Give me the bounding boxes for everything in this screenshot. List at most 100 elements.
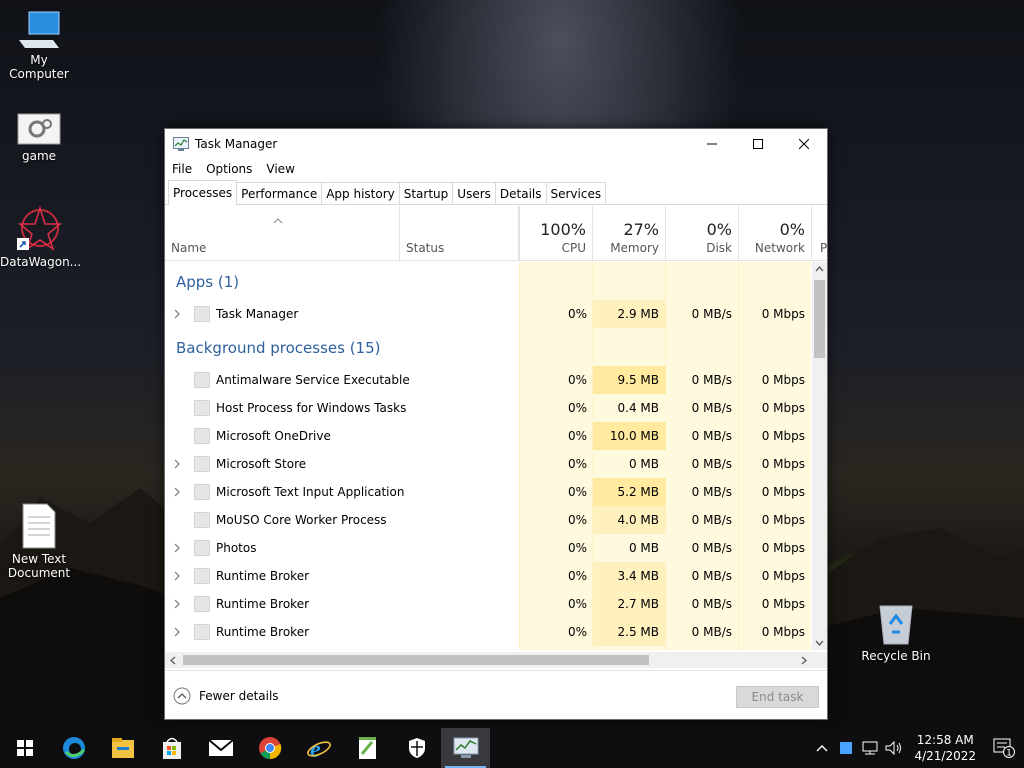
process-memory: 5.2 MB: [617, 485, 659, 499]
close-button[interactable]: [781, 129, 827, 159]
expand-chevron-icon[interactable]: [173, 308, 181, 320]
desktop-icon-label: My Computer: [9, 53, 69, 81]
process-row[interactable]: Runtime Broker 0% 3.4 MB 0 MB/s 0 Mbps: [165, 562, 811, 590]
tab-performance[interactable]: Performance: [236, 182, 323, 204]
group-header[interactable]: Apps (1): [176, 273, 239, 291]
clock[interactable]: 12:58 AM 4/21/2022: [906, 732, 984, 764]
expand-chevron-icon[interactable]: [173, 542, 181, 554]
chrome-icon: [258, 737, 281, 760]
process-row[interactable]: Runtime Broker 0% 2.7 MB 0 MB/s 0 Mbps: [165, 590, 811, 618]
tab-processes[interactable]: Processes: [168, 180, 238, 205]
process-row[interactable]: Microsoft Text Input Application 0% 5.2 MB…: [165, 478, 811, 506]
notification-center-button[interactable]: 1: [984, 728, 1024, 768]
taskbar-task-manager[interactable]: [441, 728, 490, 768]
process-row[interactable]: Runtime Broker 0% 2.5 MB 0 MB/s 0 Mbps: [165, 618, 811, 646]
group-header[interactable]: Background processes (15): [176, 339, 381, 357]
process-row[interactable]: Photos 0% 0 MB 0 MB/s 0 Mbps: [165, 534, 811, 562]
menu-bar: File Options View: [165, 159, 827, 179]
process-row[interactable]: MoUSO Core Worker Process 0% 4.0 MB 0 MB/s 0…: [165, 506, 811, 534]
column-header-network[interactable]: 0% Network: [739, 206, 812, 261]
title-bar[interactable]: Task Manager: [165, 129, 827, 159]
expand-chevron-icon[interactable]: [173, 486, 181, 498]
tab-app-history[interactable]: App history: [321, 182, 400, 204]
column-header-memory[interactable]: 27% Memory: [593, 206, 666, 261]
scroll-left-icon[interactable]: [170, 656, 176, 665]
settings-file-icon: [17, 113, 61, 145]
horizontal-scrollbar[interactable]: [165, 652, 827, 668]
security-shield-icon: [408, 738, 425, 758]
taskbar-security[interactable]: [392, 728, 441, 768]
taskbar-mail[interactable]: [196, 728, 245, 768]
column-header-name[interactable]: Name: [165, 206, 400, 261]
taskbar-file-explorer[interactable]: [98, 728, 147, 768]
column-status-label: Status: [406, 241, 445, 255]
process-cpu: 0%: [567, 625, 587, 639]
taskbar-edge[interactable]: [49, 728, 98, 768]
process-memory: 10.0 MB: [609, 429, 659, 443]
vertical-scrollbar[interactable]: [812, 262, 827, 650]
end-task-button[interactable]: End task: [736, 686, 819, 708]
minimize-button[interactable]: [689, 129, 735, 159]
process-cpu: 0%: [567, 429, 587, 443]
horizontal-scroll-thumb[interactable]: [183, 655, 649, 665]
desktop-icon-datawagon[interactable]: DataWagon...: [0, 206, 81, 269]
expand-chevron-icon[interactable]: [173, 570, 181, 582]
expand-chevron-icon[interactable]: [173, 626, 181, 638]
column-header-cpu[interactable]: 100% CPU: [519, 206, 593, 261]
task-manager-window: Task Manager File Options View Processes…: [164, 128, 828, 720]
process-network: 0 Mbps: [761, 373, 805, 387]
desktop-icon-game[interactable]: game: [0, 110, 78, 163]
tab-users[interactable]: Users: [452, 182, 496, 204]
process-disk: 0 MB/s: [691, 429, 732, 443]
volume-button[interactable]: [882, 728, 906, 768]
tab-strip: Processes Performance App history Startu…: [165, 179, 827, 205]
vertical-scroll-thumb[interactable]: [814, 280, 825, 358]
blue-square-tray-icon: [840, 742, 853, 754]
process-cpu: 0%: [567, 373, 587, 387]
process-memory: 2.7 MB: [617, 597, 659, 611]
tab-services[interactable]: Services: [545, 182, 607, 204]
process-row[interactable]: Microsoft OneDrive 0% 10.0 MB 0 MB/s 0 Mbps: [165, 422, 811, 450]
column-header-disk[interactable]: 0% Disk: [666, 206, 739, 261]
maximize-button[interactable]: [735, 129, 781, 159]
start-button[interactable]: [0, 728, 49, 768]
process-row[interactable]: Task Manager 0% 2.9 MB 0 MB/s 0 Mbps: [165, 300, 811, 328]
process-network: 0 Mbps: [761, 625, 805, 639]
process-name: Microsoft OneDrive: [216, 429, 331, 443]
taskbar-internet-explorer[interactable]: e: [294, 728, 343, 768]
taskbar-notepad-plus-plus[interactable]: [343, 728, 392, 768]
tab-details[interactable]: Details: [494, 182, 547, 204]
column-header-status[interactable]: Status: [399, 206, 519, 261]
column-header-power-partial[interactable]: P: [812, 206, 827, 261]
desktop-icon-new-text-document[interactable]: New Text Document: [0, 503, 78, 580]
scroll-up-icon[interactable]: [815, 266, 824, 272]
notepad-plus-plus-icon: [358, 737, 376, 759]
desktop-icon-my-computer[interactable]: My Computer: [0, 10, 78, 81]
menu-view[interactable]: View: [266, 162, 294, 176]
process-disk: 0 MB/s: [691, 373, 732, 387]
expand-chevron-icon[interactable]: [173, 458, 181, 470]
show-hidden-icons-button[interactable]: [810, 728, 834, 768]
desktop-icon-recycle-bin[interactable]: Recycle Bin: [857, 602, 935, 663]
fewer-details-button[interactable]: Fewer details: [173, 687, 279, 705]
process-row[interactable]: Microsoft Store 0% 0 MB 0 MB/s 0 Mbps: [165, 450, 811, 478]
tab-startup[interactable]: Startup: [398, 182, 454, 204]
process-row[interactable]: Antimalware Service Executable 0% 9.5 MB 0 …: [165, 366, 811, 394]
taskbar-chrome[interactable]: [245, 728, 294, 768]
network-status-button[interactable]: [858, 728, 882, 768]
process-name: MoUSO Core Worker Process: [216, 513, 387, 527]
menu-options[interactable]: Options: [206, 162, 252, 176]
process-row[interactable]: Host Process for Windows Tasks 0% 0.4 MB 0 …: [165, 394, 811, 422]
scroll-right-icon[interactable]: [801, 656, 807, 665]
expand-chevron-icon[interactable]: [173, 598, 181, 610]
process-cpu: 0%: [567, 485, 587, 499]
tray-app-indicator[interactable]: [834, 728, 858, 768]
taskbar-store[interactable]: [147, 728, 196, 768]
scroll-down-icon[interactable]: [815, 640, 824, 646]
notification-count: 1: [1006, 749, 1012, 759]
menu-file[interactable]: File: [172, 162, 192, 176]
process-cpu: 0%: [567, 457, 587, 471]
collapse-chevron-icon: [173, 687, 191, 705]
process-icon: [194, 540, 210, 556]
disk-total-percent: 0%: [706, 220, 732, 239]
